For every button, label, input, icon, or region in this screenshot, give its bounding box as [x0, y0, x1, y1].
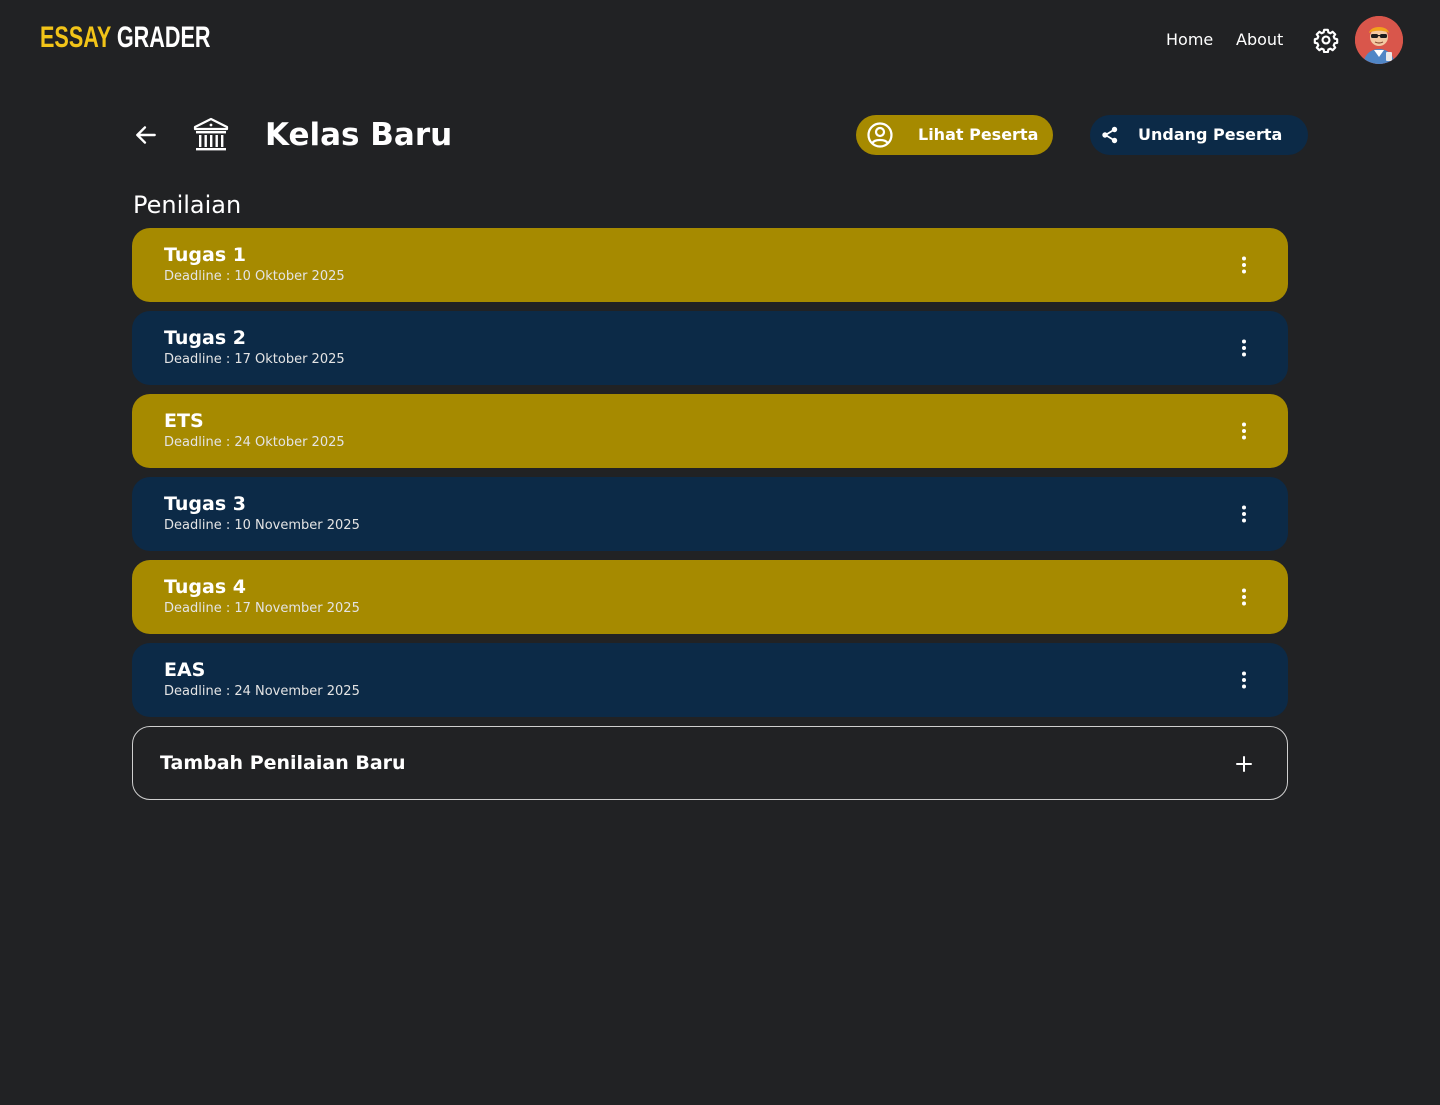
page-title: Kelas Baru [265, 117, 453, 153]
more-vertical-icon[interactable] [1230, 334, 1258, 362]
assessment-item[interactable]: ETS Deadline : 24 Oktober 2025 [132, 394, 1288, 468]
assessment-title: ETS [164, 410, 204, 432]
assessment-deadline: Deadline : 17 Oktober 2025 [164, 352, 345, 367]
assessment-deadline: Deadline : 17 November 2025 [164, 601, 360, 616]
lihat-peserta-button[interactable]: Lihat Peserta [856, 115, 1053, 155]
assessment-title: Tugas 2 [164, 327, 246, 349]
logo-text-essay: ESSAY [40, 21, 111, 54]
undang-peserta-label: Undang Peserta [1138, 125, 1283, 144]
nav-home-link[interactable]: Home [1166, 28, 1213, 52]
add-assessment-label: Tambah Penilaian Baru [160, 752, 406, 774]
assessment-deadline: Deadline : 24 Oktober 2025 [164, 435, 345, 450]
share-icon [1100, 125, 1120, 145]
assessment-title: Tugas 4 [164, 576, 246, 598]
assessment-item[interactable]: Tugas 4 Deadline : 17 November 2025 [132, 560, 1288, 634]
assessment-title: Tugas 3 [164, 493, 246, 515]
user-avatar[interactable] [1355, 16, 1403, 64]
assessment-item[interactable]: EAS Deadline : 24 November 2025 [132, 643, 1288, 717]
assessment-title: EAS [164, 659, 206, 681]
assessment-deadline: Deadline : 24 November 2025 [164, 684, 360, 699]
app-logo[interactable]: ESSAY GRADER [40, 19, 210, 57]
more-vertical-icon[interactable] [1230, 251, 1258, 279]
more-vertical-icon[interactable] [1230, 417, 1258, 445]
add-assessment-button[interactable]: Tambah Penilaian Baru [132, 726, 1288, 800]
back-arrow-icon[interactable] [133, 122, 159, 148]
account-circle-icon [866, 121, 894, 149]
assessment-item[interactable]: Tugas 3 Deadline : 10 November 2025 [132, 477, 1288, 551]
nav-about-link[interactable]: About [1236, 28, 1283, 52]
assessment-item[interactable]: Tugas 2 Deadline : 17 Oktober 2025 [132, 311, 1288, 385]
more-vertical-icon[interactable] [1230, 666, 1258, 694]
section-title: Penilaian [133, 191, 242, 219]
assessment-list: Tugas 1 Deadline : 10 Oktober 2025 Tugas… [132, 228, 1288, 726]
bank-building-icon [192, 116, 230, 154]
lihat-peserta-label: Lihat Peserta [918, 125, 1039, 144]
top-navbar: ESSAY GRADER Home About [0, 0, 1440, 80]
plus-icon [1232, 752, 1256, 776]
assessment-title: Tugas 1 [164, 244, 246, 266]
more-vertical-icon[interactable] [1230, 500, 1258, 528]
assessment-deadline: Deadline : 10 Oktober 2025 [164, 269, 345, 284]
more-vertical-icon[interactable] [1230, 583, 1258, 611]
assessment-deadline: Deadline : 10 November 2025 [164, 518, 360, 533]
gear-icon[interactable] [1313, 27, 1339, 54]
undang-peserta-button[interactable]: Undang Peserta [1090, 115, 1308, 155]
logo-text-grader: GRADER [116, 21, 211, 54]
assessment-item[interactable]: Tugas 1 Deadline : 10 Oktober 2025 [132, 228, 1288, 302]
